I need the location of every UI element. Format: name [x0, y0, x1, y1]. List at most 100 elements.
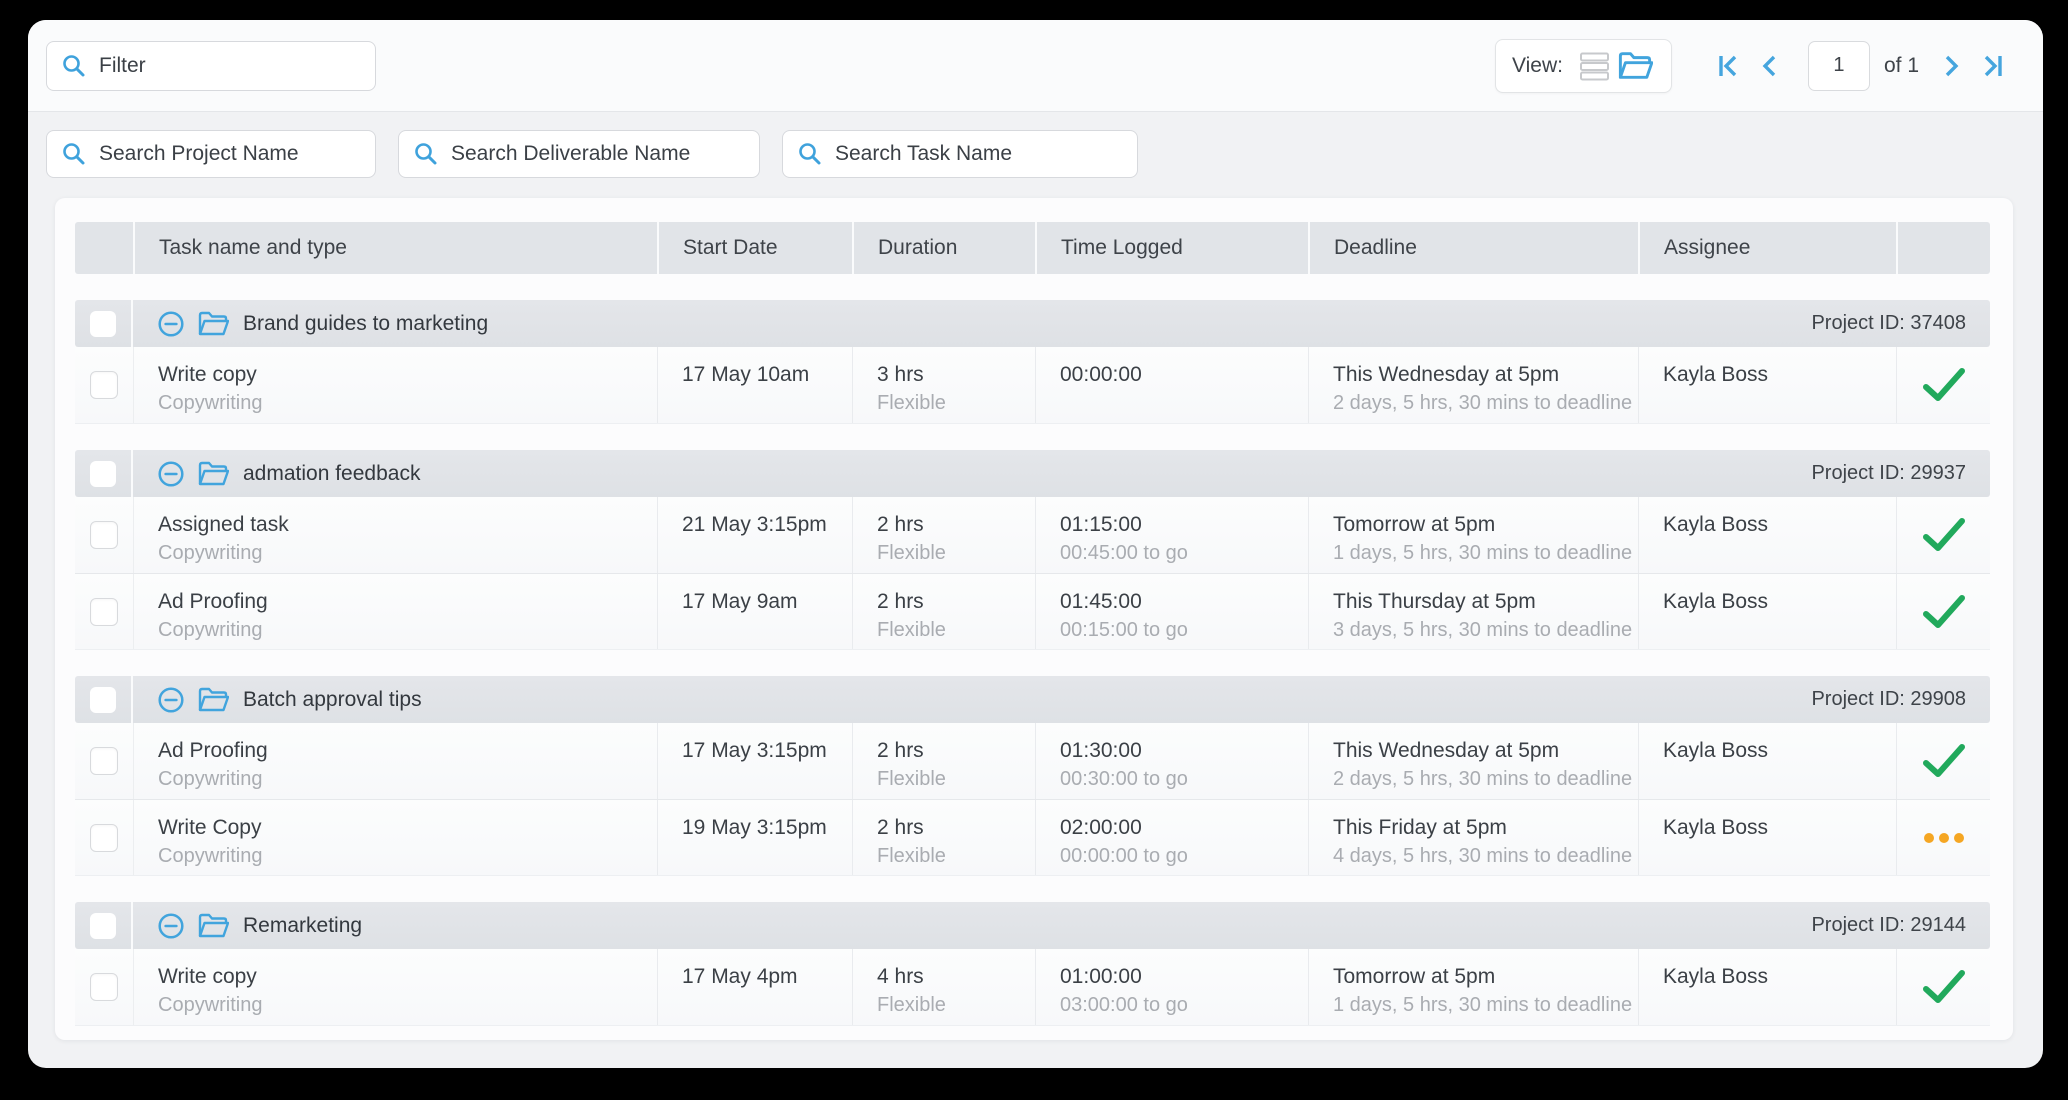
group-checkbox[interactable]	[90, 687, 116, 713]
task-assignee: Kayla Boss	[1663, 360, 1886, 390]
minus-circle-icon	[157, 460, 185, 488]
task-duration: 2 hrs	[877, 813, 1025, 843]
column-header-time-logged: Time Logged	[1035, 222, 1308, 274]
more-options-icon[interactable]	[1923, 832, 1965, 844]
folder-icon	[197, 912, 229, 939]
task-type: Copywriting	[158, 390, 647, 417]
list-icon	[1579, 50, 1611, 82]
first-page-button[interactable]	[1712, 49, 1746, 83]
task-duration: 4 hrs	[877, 962, 1025, 992]
task-checkbox[interactable]	[90, 824, 118, 852]
check-icon	[1921, 969, 1967, 1005]
task-row: Write copy Copywriting 17 May 10am 3 hrs…	[75, 347, 1990, 423]
task-deadline-countdown: 1 days, 5 hrs, 30 mins to deadline	[1333, 540, 1628, 567]
task-type: Copywriting	[158, 540, 647, 567]
pagination: of 1	[1712, 41, 2009, 91]
page-input[interactable]	[1808, 41, 1870, 91]
project-search-box	[46, 130, 376, 178]
group-tasks: Assigned task Copywriting 21 May 3:15pm …	[75, 497, 1990, 650]
task-time-logged: 01:00:00	[1060, 962, 1298, 992]
collapse-button[interactable]	[157, 912, 185, 940]
task-type: Copywriting	[158, 992, 647, 1019]
group-checkbox[interactable]	[90, 311, 116, 337]
task-duration-type: Flexible	[877, 390, 1025, 417]
task-deadline: This Wednesday at 5pm	[1333, 360, 1628, 390]
project-name-input[interactable]	[99, 142, 361, 166]
project-group-header: Brand guides to marketing Project ID: 37…	[75, 300, 1990, 347]
search-icon	[413, 141, 439, 167]
task-name: Ad Proofing	[158, 587, 647, 617]
task-start-date: 17 May 3:15pm	[682, 736, 842, 766]
task-name: Assigned task	[158, 510, 647, 540]
next-page-icon	[1940, 53, 1964, 79]
collapse-button[interactable]	[157, 310, 185, 338]
group-tasks: Ad Proofing Copywriting 17 May 3:15pm 2 …	[75, 723, 1990, 876]
task-name-input[interactable]	[835, 142, 1123, 166]
task-duration-type: Flexible	[877, 617, 1025, 644]
next-page-button[interactable]	[1935, 49, 1969, 83]
task-deadline: This Friday at 5pm	[1333, 813, 1628, 843]
project-group: Batch approval tips Project ID: 29908 Ad…	[75, 676, 1990, 876]
last-page-button[interactable]	[1975, 49, 2009, 83]
task-duration: 3 hrs	[877, 360, 1025, 390]
filter-input[interactable]	[99, 54, 361, 78]
task-time-remaining: 00:00:00 to go	[1060, 843, 1298, 870]
folder-view-button[interactable]	[1615, 46, 1655, 86]
collapse-button[interactable]	[157, 686, 185, 714]
task-checkbox[interactable]	[90, 973, 118, 1001]
task-duration-type: Flexible	[877, 766, 1025, 793]
task-duration: 2 hrs	[877, 736, 1025, 766]
task-deadline: Tomorrow at 5pm	[1333, 510, 1628, 540]
group-tasks: Write copy Copywriting 17 May 4pm 4 hrs …	[75, 949, 1990, 1026]
view-label: View:	[1512, 54, 1563, 78]
group-title: Remarketing	[243, 914, 362, 938]
column-header-task-name: Task name and type	[133, 222, 657, 274]
task-deadline: This Thursday at 5pm	[1333, 587, 1628, 617]
deliverable-name-input[interactable]	[451, 142, 745, 166]
task-deadline-countdown: 3 days, 5 hrs, 30 mins to deadline	[1333, 617, 1628, 644]
task-assignee: Kayla Boss	[1663, 813, 1886, 843]
task-table-body: Brand guides to marketing Project ID: 37…	[75, 300, 1990, 1026]
task-deadline: Tomorrow at 5pm	[1333, 962, 1628, 992]
task-time-remaining: 03:00:00 to go	[1060, 992, 1298, 1019]
task-time-logged: 01:45:00	[1060, 587, 1298, 617]
task-type: Copywriting	[158, 843, 647, 870]
group-title: Batch approval tips	[243, 688, 422, 712]
project-group: admation feedback Project ID: 29937 Assi…	[75, 450, 1990, 650]
search-icon	[61, 53, 87, 79]
folder-view-icon	[1617, 50, 1653, 81]
project-id: Project ID: 29937	[1811, 462, 1966, 485]
first-page-icon	[1716, 53, 1742, 79]
collapse-button[interactable]	[157, 460, 185, 488]
toolbar-right: View:	[1495, 39, 2009, 93]
task-deadline-countdown: 2 days, 5 hrs, 30 mins to deadline	[1333, 390, 1628, 417]
task-row: Ad Proofing Copywriting 17 May 3:15pm 2 …	[75, 723, 1990, 799]
task-checkbox[interactable]	[90, 521, 118, 549]
task-time-remaining: 00:15:00 to go	[1060, 617, 1298, 644]
project-group-header: admation feedback Project ID: 29937	[75, 450, 1990, 497]
task-time-remaining: 00:45:00 to go	[1060, 540, 1298, 567]
check-icon	[1921, 517, 1967, 553]
prev-page-button[interactable]	[1752, 49, 1786, 83]
task-checkbox[interactable]	[90, 598, 118, 626]
check-icon	[1921, 594, 1967, 630]
task-checkbox[interactable]	[90, 747, 118, 775]
project-id: Project ID: 37408	[1811, 312, 1966, 335]
task-checkbox[interactable]	[90, 371, 118, 399]
task-time-logged: 00:00:00	[1060, 360, 1298, 390]
group-checkbox[interactable]	[90, 461, 116, 487]
minus-circle-icon	[157, 912, 185, 940]
column-header-start-date: Start Date	[657, 222, 852, 274]
list-view-button[interactable]	[1575, 46, 1615, 86]
project-group: Brand guides to marketing Project ID: 37…	[75, 300, 1990, 424]
task-row: Write Copy Copywriting 19 May 3:15pm 2 h…	[75, 799, 1990, 875]
task-assignee: Kayla Boss	[1663, 962, 1886, 992]
filter-input-box	[46, 41, 376, 91]
column-header-duration: Duration	[852, 222, 1035, 274]
task-start-date: 17 May 10am	[682, 360, 842, 390]
task-start-date: 21 May 3:15pm	[682, 510, 842, 540]
group-checkbox[interactable]	[90, 913, 116, 939]
group-title: Brand guides to marketing	[243, 312, 488, 336]
task-name: Write copy	[158, 360, 647, 390]
task-assignee: Kayla Boss	[1663, 587, 1886, 617]
